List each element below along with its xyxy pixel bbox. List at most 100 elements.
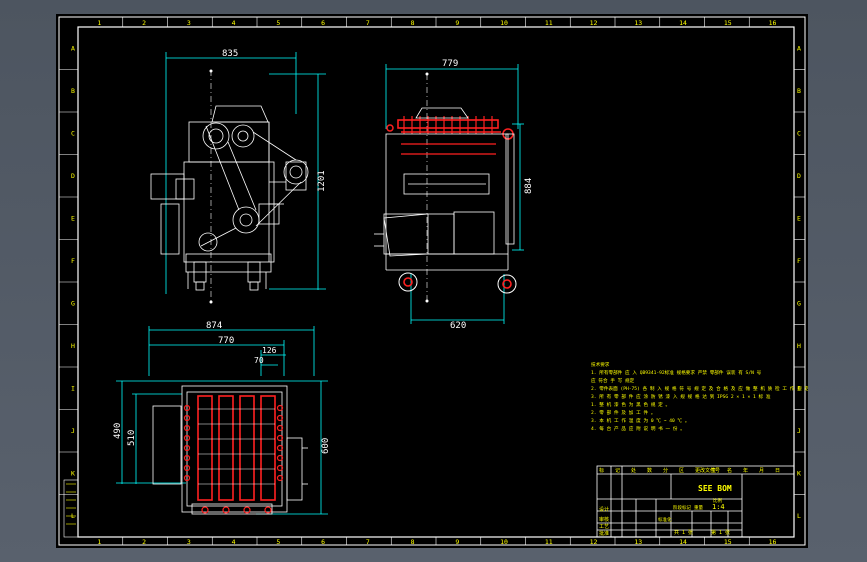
note-line: 技术要求 bbox=[591, 361, 610, 368]
zone-row-label-left: G bbox=[71, 299, 75, 307]
side-view: 779 620 884 bbox=[374, 59, 534, 331]
dim-front-width: 835 bbox=[222, 49, 238, 59]
note-line: 3. 所 有 零 部 件 应 涂 防 锈 漆 入 规 规 格 达 到 IPSG … bbox=[591, 393, 771, 400]
zone-row-label-left: K bbox=[71, 469, 75, 477]
zone-col-label-top: 15 bbox=[724, 19, 732, 27]
zone-row-label-right: B bbox=[797, 87, 801, 95]
technical-notes: 技术要求1. 所有零部件 应 入 QB9341-92标准 规格要求 严禁 零部件… bbox=[591, 361, 808, 432]
zone-col-label-top: 14 bbox=[679, 19, 687, 27]
dim-plan-overall: 874 bbox=[206, 321, 222, 331]
title-block-header-cell: 签 bbox=[711, 467, 716, 474]
note-line: 1. 所有零部件 应 入 QB9341-92标准 规格要求 严禁 零部件 误装 … bbox=[591, 369, 762, 376]
title-block-header-cell: 年 bbox=[743, 467, 748, 474]
title-block-header-cell: 记 bbox=[615, 467, 620, 474]
zone-col-label-bottom: 13 bbox=[634, 538, 642, 546]
zone-col-label-top: 6 bbox=[321, 19, 325, 27]
zone-row-label-right: C bbox=[797, 129, 801, 137]
zone-col-label-bottom: 11 bbox=[545, 538, 553, 546]
note-line: 3. 本 机 工 作 温 度 为 0 ℃ ~ 40 ℃ 。 bbox=[591, 417, 690, 424]
zone-row-label-left: A bbox=[71, 44, 75, 52]
title-block: SEE BOM 1:4 共 1 张 第 1 张 设计 审核 工艺 批准 标准化 … bbox=[596, 465, 795, 538]
zone-col-label-top: 9 bbox=[455, 19, 459, 27]
title-block-header-cell: 区 bbox=[679, 468, 684, 474]
zone-row-label-left: I bbox=[71, 384, 75, 392]
zone-col-label-top: 13 bbox=[634, 19, 642, 27]
zone-row-label-right: D bbox=[797, 172, 801, 180]
title-block-label-review: 审核 bbox=[599, 516, 609, 523]
dim-side-wheel-span: 620 bbox=[450, 321, 466, 331]
zone-col-label-bottom: 5 bbox=[276, 538, 280, 546]
dim-side-top-width: 779 bbox=[442, 59, 458, 69]
title-block-label-process: 工艺 bbox=[599, 524, 609, 530]
zone-labels-top: 1 2 3 4 5 6 7 8 9 10 11 12 13 14 15 16 bbox=[97, 17, 777, 27]
zone-col-label-top: 16 bbox=[769, 19, 777, 27]
title-block-name: SEE BOM bbox=[698, 484, 732, 493]
dim-plan-left-inner: 510 bbox=[127, 430, 137, 446]
zone-row-label-left: C bbox=[71, 129, 75, 137]
front-view: 835 1201 bbox=[150, 49, 327, 304]
zone-col-label-bottom: 14 bbox=[679, 538, 687, 546]
zone-row-label-left: L bbox=[71, 512, 75, 520]
sheet-count: 共 1 张 bbox=[674, 529, 693, 536]
side-casters bbox=[398, 272, 517, 294]
zone-col-label-top: 10 bbox=[500, 19, 508, 27]
zone-row-label-left: B bbox=[71, 87, 75, 95]
zone-col-label-bottom: 4 bbox=[232, 538, 236, 546]
title-block-header-cell: 处 bbox=[631, 467, 636, 474]
zone-row-label-left: J bbox=[71, 427, 75, 435]
zone-row-label-left: H bbox=[71, 342, 75, 350]
title-block-label-scale: 比例 bbox=[713, 497, 722, 504]
title-block-scale: 1:4 bbox=[712, 503, 725, 511]
zone-labels-right: ABCDEFGHIJKL bbox=[794, 44, 805, 520]
title-block-header-cell: 分 bbox=[663, 467, 668, 474]
zone-col-label-bottom: 15 bbox=[724, 538, 732, 546]
title-block-header-cell: 日 bbox=[775, 468, 780, 474]
cad-drawing: 1 2 3 4 5 6 7 8 9 10 11 12 13 14 15 16 1 2 3 4 5 6 7 8 9 10 11 12 1… bbox=[58, 16, 808, 546]
title-block-header-cell: 更改文件号 bbox=[695, 467, 720, 474]
zone-col-label-top: 11 bbox=[545, 19, 553, 27]
zone-row-label-right: A bbox=[797, 44, 801, 52]
title-block-header: 标 记 处 数 分 区 更改文件号签 名 年 月 日 bbox=[599, 467, 780, 474]
note-line: 2. 零 部 件 及 加 工 件 。 bbox=[591, 409, 655, 416]
binding-strip bbox=[63, 479, 79, 538]
zone-col-label-bottom: 16 bbox=[769, 538, 777, 546]
zone-row-label-right: L bbox=[797, 512, 801, 520]
zone-labels-left: A B C D E F G H I J K L bbox=[59, 44, 78, 520]
zone-row-label-right: E bbox=[797, 214, 801, 222]
zone-col-label-bottom: 1 bbox=[97, 538, 101, 546]
dim-plan-right: 600 bbox=[321, 438, 331, 454]
title-block-header-cell: 月 bbox=[759, 468, 764, 474]
zone-col-label-top: 8 bbox=[411, 19, 415, 27]
zone-col-label-top: 3 bbox=[187, 19, 191, 27]
zone-col-label-top: 1 bbox=[97, 19, 101, 27]
title-block-header-cell: 数 bbox=[647, 467, 652, 474]
zone-col-label-top: 4 bbox=[232, 19, 236, 27]
zone-col-label-bottom: 3 bbox=[187, 538, 191, 546]
zone-col-label-bottom: 7 bbox=[366, 538, 370, 546]
zone-col-label-top: 2 bbox=[142, 19, 146, 27]
zone-col-label-bottom: 10 bbox=[500, 538, 508, 546]
zone-col-label-top: 5 bbox=[276, 19, 280, 27]
dim-plan-width: 770 bbox=[218, 336, 234, 346]
dim-plan-small-b: 70 bbox=[254, 356, 264, 365]
zone-row-label-right: K bbox=[797, 469, 801, 477]
plan-view: 874 770 126 70 490 510 600 bbox=[113, 321, 331, 515]
zone-col-label-top: 12 bbox=[590, 19, 598, 27]
dim-side-height: 884 bbox=[524, 178, 534, 194]
zone-col-label-top: 7 bbox=[366, 19, 370, 27]
zone-row-label-right: H bbox=[797, 342, 801, 350]
title-block-header-cell: 标 bbox=[599, 467, 604, 474]
zone-col-label-bottom: 9 bbox=[455, 538, 459, 546]
title-block-label-approve: 批准 bbox=[599, 530, 609, 537]
zone-row-label-left: F bbox=[71, 257, 75, 265]
zone-row-label-right: F bbox=[797, 257, 801, 265]
title-block-header-cell: 名 bbox=[727, 467, 732, 474]
sheet-number: 第 1 张 bbox=[711, 529, 730, 536]
zone-row-label-left: E bbox=[71, 214, 75, 222]
title-block-label-standard: 标准化 bbox=[658, 516, 672, 523]
drawing-sheet: 1 2 3 4 5 6 7 8 9 10 11 12 13 14 15 16 1 2 3 4 5 6 7 8 9 10 11 12 1… bbox=[56, 14, 808, 548]
dim-front-height: 1201 bbox=[317, 170, 327, 192]
note-line: 应 符合 手 写 规定 bbox=[591, 377, 635, 384]
dim-plan-small-a: 126 bbox=[262, 346, 277, 355]
zone-col-label-bottom: 8 bbox=[411, 538, 415, 546]
